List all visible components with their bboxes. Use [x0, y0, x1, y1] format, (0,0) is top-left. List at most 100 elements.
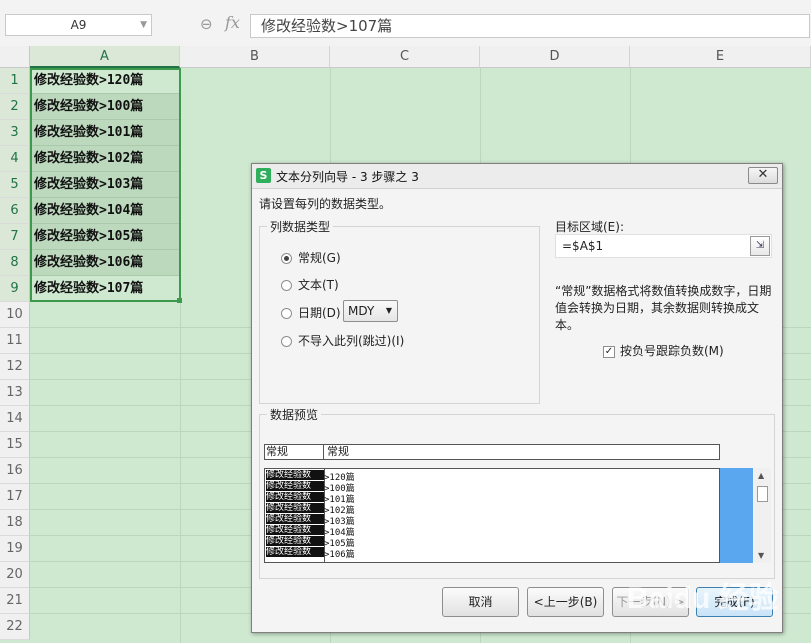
radio-button[interactable] [281, 280, 292, 291]
date-format-select[interactable]: MDY ▼ [343, 300, 398, 322]
target-area-label: 目标区域(E): [555, 220, 624, 234]
column-header-e[interactable]: E [630, 46, 811, 68]
radio-label: 不导入此列(跳过)(I) [298, 334, 405, 348]
row-header[interactable]: 18 [0, 510, 30, 536]
fx-icon[interactable]: fx [225, 13, 240, 32]
row-header[interactable]: 10 [0, 302, 30, 328]
radio-skip[interactable]: 不导入此列(跳过)(I) [281, 332, 404, 350]
cell-a9[interactable]: 修改经验数>107篇 [30, 276, 180, 302]
cell-a4[interactable]: 修改经验数>102篇 [30, 146, 180, 172]
preview-row: 修改经验数 >102篇 [266, 503, 355, 516]
preview-row: 修改经验数 >100篇 [266, 481, 355, 494]
row-header[interactable]: 3 [0, 120, 30, 146]
preview-row: 修改经验数 >106篇 [266, 547, 355, 560]
preview-header-col2[interactable]: 常规 [327, 445, 349, 459]
chevron-down-icon: ▼ [385, 306, 392, 315]
close-button[interactable]: ✕ [748, 167, 778, 184]
preview-cell: >106篇 [324, 550, 355, 560]
name-box[interactable]: A9 ▼ [5, 14, 152, 36]
zoom-icon[interactable]: ⊖ [200, 15, 213, 33]
checkbox-checked[interactable]: ✓ [603, 345, 615, 358]
column-type-group-title: 列数据类型 [267, 218, 334, 235]
radio-text[interactable]: 文本(T) [281, 276, 339, 294]
column-header-c[interactable]: C [330, 46, 480, 68]
radio-general[interactable]: 常规(G) [281, 249, 341, 267]
preview-box[interactable]: 修改经验数 >120篇 修改经验数 >100篇 修改经验数 >101篇 修改经验数 >1… [264, 468, 720, 563]
instruction-text: 请设置每列的数据类型。 [259, 197, 392, 211]
row-header[interactable]: 11 [0, 328, 30, 354]
name-box-dropdown-icon[interactable]: ▼ [140, 15, 147, 35]
cell-a3[interactable]: 修改经验数>101篇 [30, 120, 180, 146]
preview-row: 修改经验数 >101篇 [266, 492, 355, 505]
row-header[interactable]: 16 [0, 458, 30, 484]
date-format-value: MDY [348, 304, 375, 318]
row-header[interactable]: 13 [0, 380, 30, 406]
target-area-input[interactable]: =$A$1 [555, 234, 772, 258]
finish-button[interactable]: 完成(F) [696, 587, 773, 617]
cell-a5[interactable]: 修改经验数>103篇 [30, 172, 180, 198]
row-header[interactable]: 8 [0, 250, 30, 276]
cell-a1[interactable]: 修改经验数>120篇 [30, 68, 180, 94]
row-header[interactable]: 17 [0, 484, 30, 510]
back-button[interactable]: <上一步(B) [527, 587, 604, 617]
grid-line [180, 68, 181, 643]
radio-button-checked[interactable] [281, 253, 292, 264]
dialog-title: 文本分列向导 - 3 步骤之 3 [276, 170, 419, 184]
cell-a6[interactable]: 修改经验数>104篇 [30, 198, 180, 224]
row-header[interactable]: 4 [0, 146, 30, 172]
radio-button[interactable] [281, 308, 292, 319]
row-header[interactable]: 14 [0, 406, 30, 432]
radio-label: 常规(G) [298, 251, 341, 265]
negative-checkbox-row[interactable]: ✓ 按负号跟踪负数(M) [603, 343, 724, 359]
dialog-titlebar[interactable]: S 文本分列向导 - 3 步骤之 3 ✕ [252, 164, 782, 189]
preview-header: 常规 常规 [264, 444, 720, 460]
range-picker-icon[interactable]: ⇲ [750, 236, 770, 256]
row-header[interactable]: 5 [0, 172, 30, 198]
row-header[interactable]: 6 [0, 198, 30, 224]
column-header-a[interactable]: A [30, 46, 180, 68]
format-description: “常规”数据格式将数值转换成数字，日期值会转换为日期，其余数据则转换成文本。 [555, 284, 772, 332]
preview-cell: 修改经验数 [266, 525, 324, 535]
cancel-button[interactable]: 取消 [442, 587, 519, 617]
column-header-d[interactable]: D [480, 46, 630, 68]
row-header[interactable]: 1 [0, 68, 30, 94]
column-type-group: 列数据类型 常规(G) 文本(T) 日期(D) 不导入此列(跳过)(I) [259, 218, 540, 404]
preview-column-highlight [720, 468, 753, 563]
preview-row: 修改经验数 >120篇 [266, 470, 355, 483]
row-header[interactable]: 9 [0, 276, 30, 302]
preview-row: 修改经验数 >103篇 [266, 514, 355, 527]
preview-cell: 修改经验数 [266, 481, 324, 491]
row-header[interactable]: 15 [0, 432, 30, 458]
row-header[interactable]: 2 [0, 94, 30, 120]
cell-a8[interactable]: 修改经验数>106篇 [30, 250, 180, 276]
data-preview-title: 数据预览 [267, 406, 322, 423]
text-to-columns-dialog: S 文本分列向导 - 3 步骤之 3 ✕ 请设置每列的数据类型。 列数据类型 常… [251, 163, 783, 633]
preview-cell: 修改经验数 [266, 536, 324, 546]
preview-row: 修改经验数 >105篇 [266, 536, 355, 549]
row-header[interactable]: 20 [0, 562, 30, 588]
preview-row: 修改经验数 >104篇 [266, 525, 355, 538]
formula-input[interactable]: 修改经验数>107篇 [250, 14, 810, 38]
column-header-b[interactable]: B [180, 46, 330, 68]
row-header[interactable]: 21 [0, 588, 30, 614]
cell-a7[interactable]: 修改经验数>105篇 [30, 224, 180, 250]
row-header[interactable]: 7 [0, 224, 30, 250]
next-button[interactable]: 下一步(N) > [612, 587, 689, 617]
row-header[interactable]: 19 [0, 536, 30, 562]
preview-cell: 修改经验数 [266, 503, 324, 513]
preview-scrollbar[interactable]: ▲ ▼ [754, 468, 771, 563]
row-header[interactable]: 12 [0, 354, 30, 380]
scroll-up-icon[interactable]: ▲ [758, 471, 764, 480]
preview-cell: 修改经验数 [266, 547, 324, 557]
radio-button[interactable] [281, 336, 292, 347]
scroll-down-icon[interactable]: ▼ [758, 551, 764, 560]
scroll-thumb[interactable] [757, 486, 768, 502]
radio-label: 文本(T) [298, 278, 339, 292]
select-all-corner[interactable] [0, 46, 30, 68]
preview-header-col1[interactable]: 常规 [266, 445, 288, 459]
fill-handle[interactable] [177, 298, 182, 303]
row-header[interactable]: 22 [0, 614, 30, 640]
cell-a2[interactable]: 修改经验数>100篇 [30, 94, 180, 120]
radio-label: 日期(D) [298, 306, 341, 320]
radio-date[interactable]: 日期(D) [281, 304, 341, 322]
